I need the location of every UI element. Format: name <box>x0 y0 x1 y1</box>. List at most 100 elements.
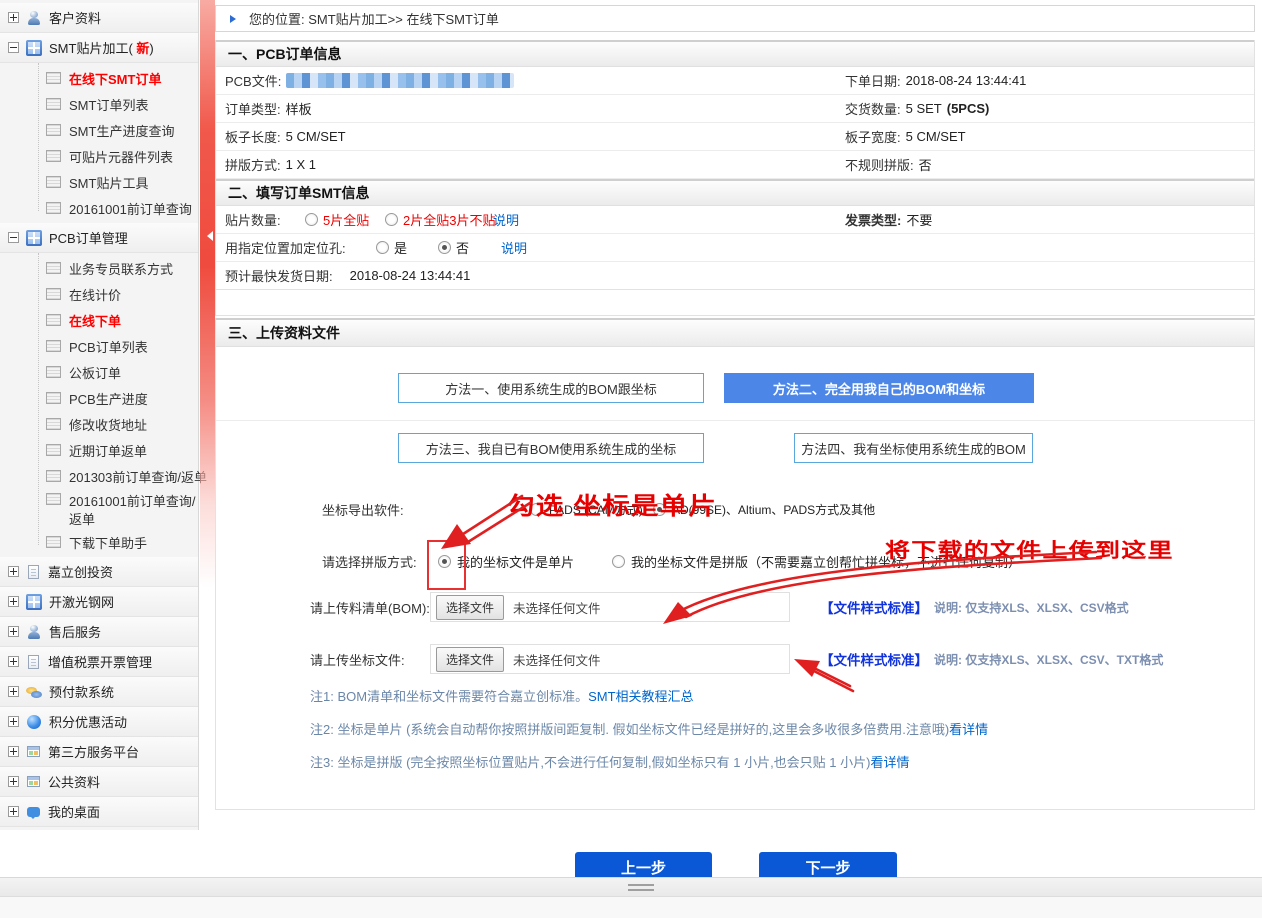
note3-details-link[interactable]: 看详情 <box>870 755 909 770</box>
document-icon <box>46 202 61 214</box>
coord-style-standard-link[interactable]: 【文件样式标准】 <box>820 649 928 669</box>
bom-standard: 【文件样式标准】 说明: 仅支持XLS、XLSX、CSV格式 <box>820 592 1129 622</box>
splitter-bar[interactable] <box>0 877 1262 897</box>
main-content: 您的位置: SMT贴片加工>> 在线下SMT订单 一、PCB订单信息 PCB文件… <box>210 0 1262 918</box>
method3-button[interactable]: 方法三、我自已有BOM使用系统生成的坐标 <box>398 433 704 463</box>
sidebar-group-laser-stencil[interactable]: 开激光钢网 <box>0 587 198 617</box>
new-badge: 新 <box>136 41 149 56</box>
document-icon <box>46 418 61 430</box>
sidebar-item-smt-tools[interactable]: SMT贴片工具 <box>0 169 198 195</box>
sidebar-group-jlc-investment[interactable]: 嘉立创投资 <box>0 557 198 587</box>
expand-plus-icon[interactable] <box>8 596 19 607</box>
sidebar-group-third-party-platform[interactable]: 第三方服务平台 <box>0 737 198 767</box>
radio-hole-yes[interactable] <box>376 241 389 254</box>
document-icon <box>46 392 61 404</box>
row-panelization: 拼版方式:1 X 1 不规则拼版:否 <box>216 151 1254 179</box>
document-icon <box>46 366 61 378</box>
spacer-row <box>216 290 1254 315</box>
sidebar-item-change-shipping-address[interactable]: 修改收货地址 <box>0 411 198 437</box>
sidebar-item-pre-20161001-reorder[interactable]: 20161001前订单查询/返单 <box>0 489 198 529</box>
panel-mode-row: 请选择拼版方式: <box>322 548 417 575</box>
expand-plus-icon[interactable] <box>8 656 19 667</box>
sidebar-group-customer-info[interactable]: 客户资料 <box>0 3 198 33</box>
coord-file-placeholder: 未选择任何文件 <box>513 650 601 669</box>
sidebar-group-after-sales[interactable]: 售后服务 <box>0 617 198 647</box>
window-icon <box>27 776 40 787</box>
sidebar-item-smt-order-list[interactable]: SMT订单列表 <box>0 91 198 117</box>
bom-style-standard-link[interactable]: 【文件样式标准】 <box>820 597 928 617</box>
expand-plus-icon[interactable] <box>8 686 19 697</box>
sidebar-item-recent-reorder[interactable]: 近期订单返单 <box>0 437 198 463</box>
person-icon <box>26 624 42 640</box>
sidebar-item-online-order[interactable]: 在线下单 <box>0 307 198 333</box>
radio-coord-panelized[interactable] <box>612 555 625 568</box>
sidebar-group-pcb-order-management[interactable]: PCB订单管理 <box>0 223 198 253</box>
bom-choose-file-button[interactable]: 选择文件 <box>436 595 504 620</box>
note-3: 注3: 坐标是拼版 (完全按照坐标位置贴片,不会进行任何复制,假如坐标只有 1 … <box>310 752 909 771</box>
sidebar-group-prepayment[interactable]: 预付款系统 <box>0 677 198 707</box>
expand-plus-icon[interactable] <box>8 626 19 637</box>
method2-button-selected[interactable]: 方法二、完全用我自己的BOM和坐标 <box>724 373 1034 403</box>
row-board-size: 板子长度:5 CM/SET 板子宽度:5 CM/SET <box>216 123 1254 151</box>
document-icon <box>46 262 61 274</box>
sidebar-group-label: 客户资料 <box>49 8 101 27</box>
expand-plus-icon[interactable] <box>8 746 19 757</box>
sidebar-nav: 客户资料 SMT贴片加工( 新) 在线下SMT订单 SMT订单列表 SMT生产进… <box>0 0 199 830</box>
expand-plus-icon[interactable] <box>8 12 19 23</box>
splitter-handle-icon[interactable] <box>628 884 654 891</box>
smt-tutorials-link[interactable]: SMT相关教程汇总 <box>588 689 693 704</box>
delivery-qty-pcs: (5PCS) <box>947 101 990 116</box>
sidebar-group-points-promo[interactable]: 积分优惠活动 <box>0 707 198 737</box>
sidebar-item-sales-contact[interactable]: 业务专员联系方式 <box>0 255 198 281</box>
sidebar-item-mountable-components[interactable]: 可贴片元器件列表 <box>0 143 198 169</box>
sidebar-item-online-smt-order[interactable]: 在线下SMT订单 <box>0 65 198 91</box>
method1-button[interactable]: 方法一、使用系统生成的BOM跟坐标 <box>398 373 704 403</box>
hole-help-link[interactable]: 说明 <box>501 238 527 257</box>
sidebar-group-public-resources[interactable]: 公共资料 <box>0 767 198 797</box>
sidebar-item-pcb-production-progress[interactable]: PCB生产进度 <box>0 385 198 411</box>
bom-file-input[interactable]: 选择文件 未选择任何文件 <box>430 592 790 622</box>
expand-minus-icon[interactable] <box>8 232 19 243</box>
expand-plus-icon[interactable] <box>8 776 19 787</box>
expand-minus-icon[interactable] <box>8 42 19 53</box>
row-smt-qty: 贴片数量: 5片全贴 2片全贴3片不贴 说明 发票类型:不要 <box>216 206 1254 234</box>
pcb-file-label: PCB文件: <box>225 71 281 90</box>
radio-5pcs-all[interactable] <box>305 213 318 226</box>
coord-software-row: 坐标导出软件: <box>322 496 404 523</box>
row-pcb-file: PCB文件: 下单日期:2018-08-24 13:44:41 <box>216 67 1254 95</box>
sidebar-item-pre-20161001-orders[interactable]: 20161001前订单查询 <box>0 195 198 221</box>
collapse-left-arrow-icon[interactable] <box>202 231 213 241</box>
section1-title: 一、PCB订单信息 <box>216 40 1254 67</box>
sidebar-item-smt-production-progress[interactable]: SMT生产进度查询 <box>0 117 198 143</box>
method4-button[interactable]: 方法四、我有坐标使用系统生成的BOM <box>794 433 1033 463</box>
smt-qty-help-link[interactable]: 说明 <box>493 210 519 229</box>
panel-mode-value: 1 X 1 <box>286 157 316 172</box>
sidebar-group-smt-processing[interactable]: SMT贴片加工( 新) <box>0 33 198 63</box>
coord-file-input[interactable]: 选择文件 未选择任何文件 <box>430 644 790 674</box>
document-icon <box>46 493 61 505</box>
sidebar-collapse-strip[interactable] <box>200 0 215 588</box>
sidebar-item-public-board-order[interactable]: 公板订单 <box>0 359 198 385</box>
radio-2pcs-mount[interactable] <box>385 213 398 226</box>
document-icon <box>46 150 61 162</box>
gem-icon <box>27 715 41 729</box>
radio-hole-no[interactable] <box>438 241 451 254</box>
sidebar-item-pcb-order-list[interactable]: PCB订单列表 <box>0 333 198 359</box>
sidebar-item-download-order-helper[interactable]: 下载下单助手 <box>0 529 198 555</box>
person-icon <box>26 10 42 26</box>
sidebar-group-my-desktop[interactable]: 我的桌面 <box>0 797 198 827</box>
document-icon <box>28 655 39 669</box>
expand-plus-icon[interactable] <box>8 716 19 727</box>
expand-plus-icon[interactable] <box>8 566 19 577</box>
note2-details-link[interactable]: 看详情 <box>949 722 988 737</box>
coins-icon <box>26 684 42 700</box>
row-ship-date: 预计最快发货日期:2018-08-24 13:44:41 <box>216 262 1254 290</box>
expand-plus-icon[interactable] <box>8 806 19 817</box>
sidebar-group-vat-invoice[interactable]: 增值税票开票管理 <box>0 647 198 677</box>
coord-choose-file-button[interactable]: 选择文件 <box>436 647 504 672</box>
breadcrumb-text: 您的位置: SMT贴片加工>> 在线下SMT订单 <box>249 9 499 28</box>
sidebar-item-online-pricing[interactable]: 在线计价 <box>0 281 198 307</box>
sidebar-item-pre-201303-orders[interactable]: 201303前订单查询/返单 <box>0 463 198 489</box>
document-icon <box>46 536 61 548</box>
section3-title: 三、上传资料文件 <box>216 318 1254 347</box>
